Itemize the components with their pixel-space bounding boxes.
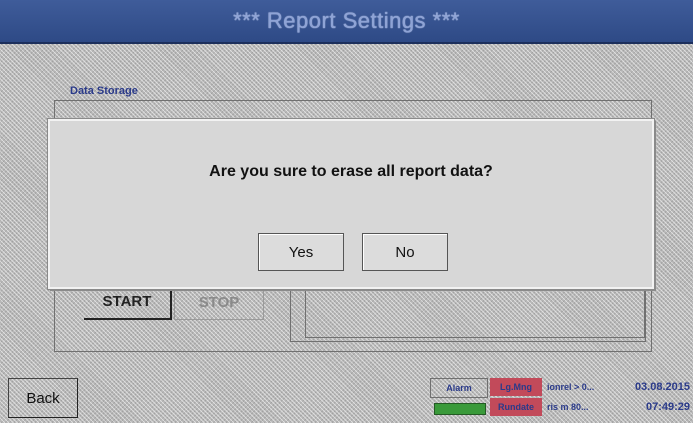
stop-button[interactable]: STOP xyxy=(174,284,264,320)
dialog-message: Are you sure to erase all report data? xyxy=(209,163,493,180)
info-line-2: ris m 80... xyxy=(547,402,589,412)
start-button[interactable]: START xyxy=(84,284,172,320)
back-button[interactable]: Back xyxy=(8,378,78,418)
title-bar: *** Report Settings *** xyxy=(0,0,693,44)
alarm-indicator xyxy=(434,403,486,415)
rundate-status-badge: Rundate xyxy=(490,398,542,416)
time-display: 07:49:29 xyxy=(645,401,690,413)
date-display: 03.08.2015 xyxy=(634,381,690,393)
confirm-erase-dialog: Are you sure to erase all report data? Y… xyxy=(47,118,655,290)
data-storage-label: Data Storage xyxy=(70,85,138,97)
alarm-label: Alarm xyxy=(430,378,488,398)
page-title: *** Report Settings *** xyxy=(233,8,460,33)
logging-status-badge: Lg.Mng xyxy=(490,378,542,396)
no-button[interactable]: No xyxy=(362,233,448,271)
yes-button[interactable]: Yes xyxy=(258,233,344,271)
report-info-inner xyxy=(305,288,645,338)
info-line-1: ionrel > 0... xyxy=(547,382,595,392)
